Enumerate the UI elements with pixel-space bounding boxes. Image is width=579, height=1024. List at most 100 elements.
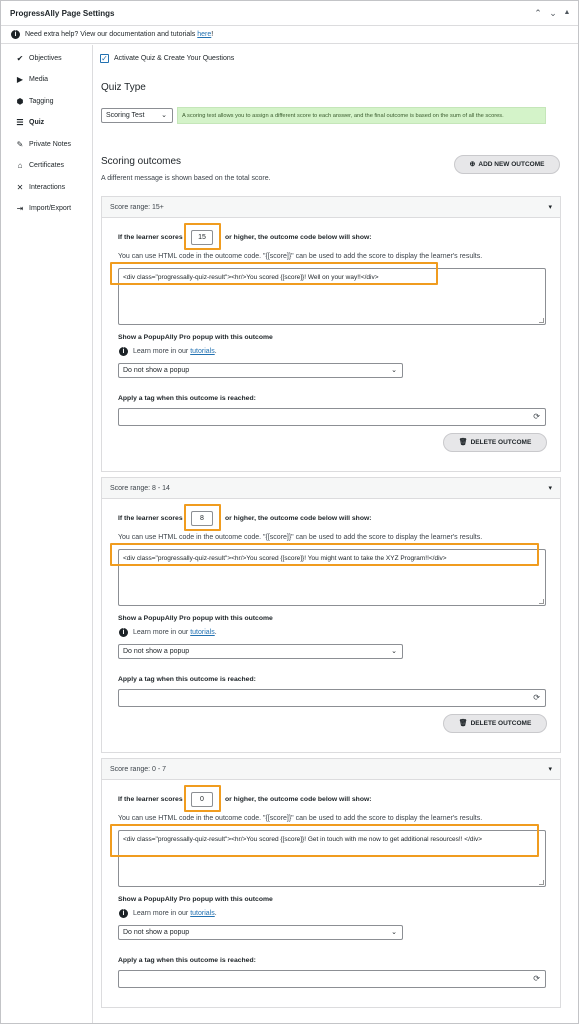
- chevron-down-icon: ⌄: [391, 929, 397, 936]
- panel-header: ProgressAlly Page Settings ⌃ ⌄ ▲: [1, 1, 578, 26]
- popup-select[interactable]: Do not show a popup ⌄: [118, 644, 403, 659]
- code-highlight-box: [110, 824, 539, 857]
- learn-more-text: Learn more in our tutorials.: [133, 629, 217, 636]
- refresh-icon[interactable]: ⟳: [533, 694, 540, 702]
- html-help-text: You can use HTML code in the outcome cod…: [118, 534, 483, 541]
- info-icon: i: [11, 30, 20, 39]
- import-export-icon: ⇥: [16, 204, 24, 213]
- trash-icon: 🗑: [458, 720, 468, 727]
- chevron-down-icon: ⌄: [161, 112, 167, 119]
- apply-tag-label: Apply a tag when this outcome is reached…: [118, 957, 256, 964]
- quiz-settings: ✓ Activate Quiz & Create Your Questions …: [93, 45, 578, 1023]
- info-icon: i: [119, 909, 128, 918]
- sidebar-item-tagging[interactable]: ⬢ Tagging: [8, 91, 93, 112]
- popup-label: Show a PopupAlly Pro popup with this out…: [118, 334, 273, 341]
- tag-icon: ⬢: [16, 97, 24, 106]
- quiz-type-select[interactable]: Scoring Test ⌄: [101, 108, 173, 123]
- caret-down-icon[interactable]: ▾: [548, 765, 552, 773]
- tutorials-link[interactable]: tutorials: [190, 348, 215, 355]
- refresh-icon[interactable]: ⟳: [533, 975, 540, 983]
- scoring-outcomes-heading: Scoring outcomes: [101, 156, 182, 167]
- sidebar-item-private-notes[interactable]: ✎ Private Notes: [8, 134, 93, 155]
- outcome-card: Score range: 0 - 7 ▾ If the learner scor…: [101, 758, 561, 1008]
- sidebar-item-label: Objectives: [29, 55, 62, 62]
- sidebar-item-objectives[interactable]: ✔ Objectives: [8, 48, 93, 69]
- caret-down-icon[interactable]: ▾: [548, 484, 552, 492]
- quiz-type-info: A scoring test allows you to assign a di…: [177, 107, 546, 124]
- chevron-down-icon: ⌄: [391, 648, 397, 655]
- sidebar-item-label: Interactions: [29, 184, 66, 191]
- sidebar-item-interactions[interactable]: ✕ Interactions: [8, 177, 93, 198]
- score-highlight-box: [184, 785, 221, 812]
- sidebar-item-label: Quiz: [29, 119, 45, 126]
- sidebar-item-import-export[interactable]: ⇥ Import/Export: [8, 198, 93, 219]
- sidebar-item-media[interactable]: ▶ Media: [8, 69, 93, 90]
- popup-label: Show a PopupAlly Pro popup with this out…: [118, 896, 273, 903]
- move-down-button[interactable]: ⌄: [546, 7, 560, 19]
- graduation-cap-icon: ⌂: [17, 161, 23, 170]
- sidebar-item-label: Private Notes: [29, 141, 72, 148]
- code-highlight-box: [110, 262, 438, 285]
- tag-select-input[interactable]: ⟳: [118, 408, 546, 426]
- collapse-panel-button[interactable]: ▲: [560, 7, 574, 19]
- help-link[interactable]: here: [197, 31, 211, 38]
- sidebar: ✔ Objectives ▶ Media ⬢ Tagging ☰ Quiz ✎ …: [8, 45, 93, 1023]
- tutorials-link[interactable]: tutorials: [190, 910, 215, 917]
- check-circle-icon: ✔: [16, 54, 24, 63]
- outcome-header[interactable]: Score range: 15+ ▾: [102, 197, 560, 218]
- plus-circle-icon: ⊕: [469, 161, 476, 168]
- quiz-type-heading: Quiz Type: [101, 82, 146, 93]
- help-text: Need extra help? View our documentation …: [25, 31, 214, 38]
- sidebar-item-label: Media: [29, 76, 49, 83]
- activate-quiz-label: Activate Quiz & Create Your Questions: [114, 55, 235, 62]
- html-help-text: You can use HTML code in the outcome cod…: [118, 253, 483, 260]
- sidebar-item-quiz[interactable]: ☰ Quiz: [8, 112, 93, 133]
- outcome-header[interactable]: Score range: 8 - 14 ▾: [102, 478, 560, 499]
- outcome-header[interactable]: Score range: 0 - 7 ▾: [102, 759, 560, 780]
- outcome-code-label: or higher, the outcome code below will s…: [225, 515, 372, 522]
- tag-select-input[interactable]: ⟳: [118, 970, 546, 988]
- popup-select[interactable]: Do not show a popup ⌄: [118, 925, 403, 940]
- outcome-card: Score range: 8 - 14 ▾ If the learner sco…: [101, 477, 561, 753]
- chat-icon: ✎: [16, 140, 24, 149]
- info-icon: i: [119, 347, 128, 356]
- resize-handle[interactable]: [539, 880, 544, 885]
- outcome-code-label: or higher, the outcome code below will s…: [225, 796, 372, 803]
- scoring-outcomes-description: A different message is shown based on th…: [101, 175, 271, 182]
- list-icon: ☰: [16, 118, 24, 127]
- sidebar-item-label: Certificates: [29, 162, 65, 169]
- score-range-label: Score range: 15+: [110, 204, 164, 211]
- score-highlight-box: [184, 504, 221, 531]
- delete-outcome-button[interactable]: 🗑 DELETE OUTCOME: [443, 714, 547, 733]
- html-help-text: You can use HTML code in the outcome cod…: [118, 815, 483, 822]
- learner-scores-label: If the learner scores: [118, 796, 183, 803]
- outcome-code-label: or higher, the outcome code below will s…: [225, 234, 372, 241]
- score-range-label: Score range: 8 - 14: [110, 485, 170, 492]
- sidebar-item-label: Tagging: [29, 98, 54, 105]
- delete-outcome-button[interactable]: 🗑 DELETE OUTCOME: [443, 433, 547, 452]
- tutorials-link[interactable]: tutorials: [190, 629, 215, 636]
- score-highlight-box: [184, 223, 221, 250]
- sidebar-item-label: Import/Export: [29, 205, 72, 212]
- apply-tag-label: Apply a tag when this outcome is reached…: [118, 676, 256, 683]
- refresh-icon[interactable]: ⟳: [533, 413, 540, 421]
- score-range-label: Score range: 0 - 7: [110, 766, 167, 773]
- caret-down-icon[interactable]: ▾: [548, 203, 552, 211]
- popup-select[interactable]: Do not show a popup ⌄: [118, 363, 403, 378]
- move-up-button[interactable]: ⌃: [531, 7, 545, 19]
- chevron-down-icon: ⌄: [391, 367, 397, 374]
- resize-handle[interactable]: [539, 318, 544, 323]
- activate-quiz-checkbox[interactable]: ✓: [100, 54, 109, 63]
- trash-icon: 🗑: [458, 439, 468, 446]
- info-icon: i: [119, 628, 128, 637]
- help-bar: i Need extra help? View our documentatio…: [1, 26, 578, 44]
- outcome-card: Score range: 15+ ▾ If the learner scores…: [101, 196, 561, 472]
- learner-scores-label: If the learner scores: [118, 515, 183, 522]
- tag-select-input[interactable]: ⟳: [118, 689, 546, 707]
- add-new-outcome-button[interactable]: ⊕ ADD NEW OUTCOME: [454, 155, 560, 174]
- popup-label: Show a PopupAlly Pro popup with this out…: [118, 615, 273, 622]
- learn-more-text: Learn more in our tutorials.: [133, 910, 217, 917]
- resize-handle[interactable]: [539, 599, 544, 604]
- code-highlight-box: [110, 543, 539, 566]
- sidebar-item-certificates[interactable]: ⌂ Certificates: [8, 155, 93, 176]
